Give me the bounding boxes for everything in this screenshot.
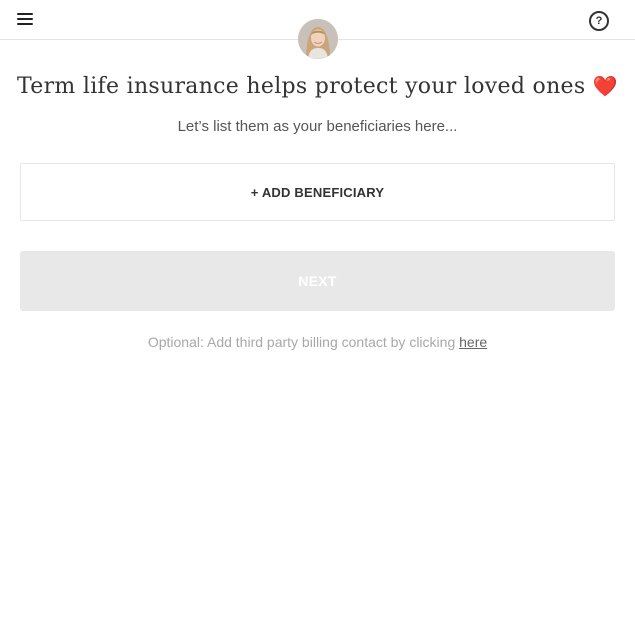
next-button-label: NEXT bbox=[298, 273, 337, 289]
avatar bbox=[298, 19, 338, 59]
page-subtitle: Let’s list them as your beneficiaries he… bbox=[177, 118, 458, 135]
optional-billing-label: Optional: Add third party billing contac… bbox=[147, 334, 460, 350]
next-button[interactable]: NEXT bbox=[20, 251, 615, 311]
hamburger-menu-icon[interactable] bbox=[17, 13, 33, 27]
add-beneficiary-button[interactable]: + ADD BENEFICIARY bbox=[20, 163, 615, 221]
add-beneficiary-label: + ADD BENEFICIARY bbox=[250, 184, 385, 200]
heart-icon: ❤️ bbox=[592, 74, 618, 98]
page-title-text: Term life insurance helps protect your l… bbox=[17, 74, 586, 99]
optional-billing-text: Optional: Add third party billing contac… bbox=[0, 334, 635, 350]
page-title: Term life insurance helps protect your l… bbox=[0, 74, 635, 99]
help-icon[interactable]: ? bbox=[589, 11, 609, 31]
third-party-billing-link[interactable]: here bbox=[459, 334, 487, 350]
